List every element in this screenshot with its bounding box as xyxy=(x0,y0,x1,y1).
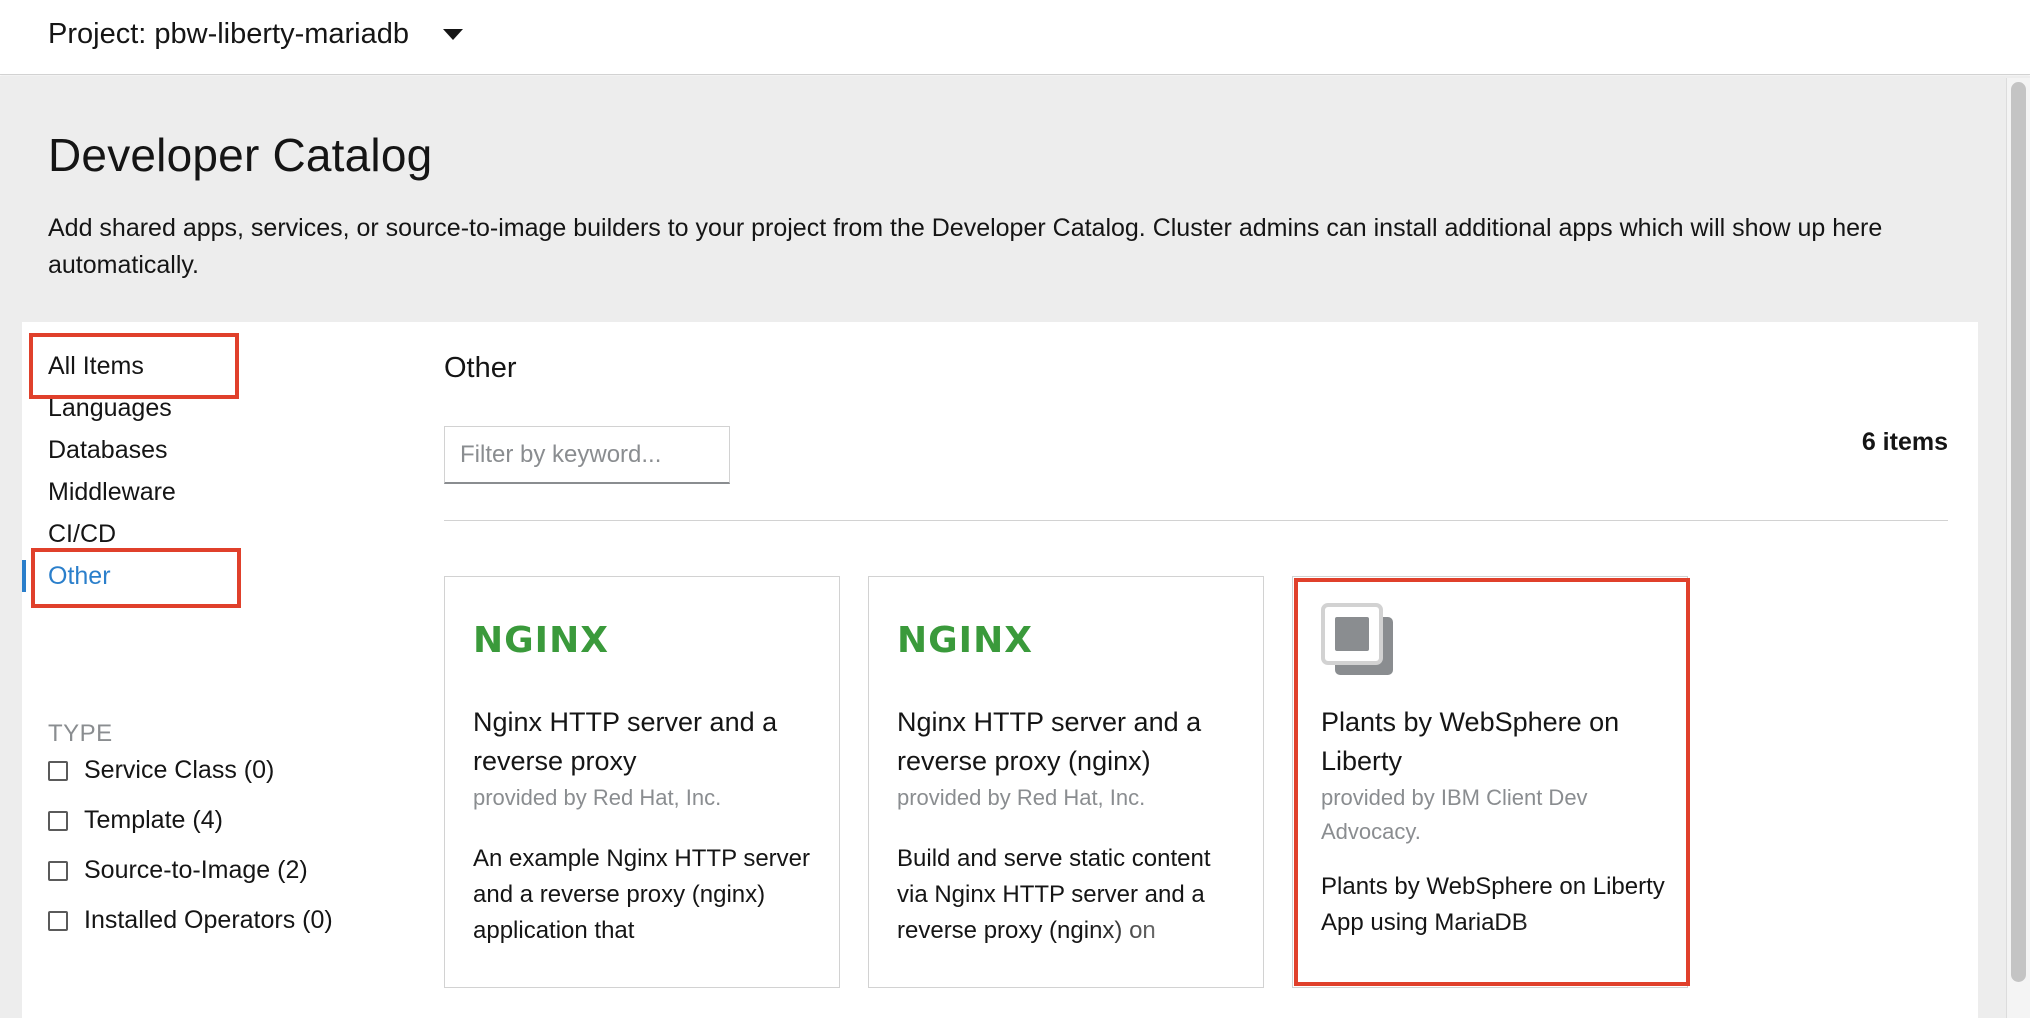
project-bar: Project: pbw-liberty-mariadb xyxy=(0,0,2030,75)
sidebar-item-other[interactable]: Other xyxy=(48,562,111,591)
source-to-image-checkbox[interactable] xyxy=(48,860,68,881)
project-selector-dropdown[interactable]: Project: pbw-liberty-mariadb xyxy=(48,18,464,51)
tile-description: Plants by WebSphere on Liberty App using… xyxy=(1321,869,1671,941)
catalog-tile-nginx-proxy[interactable]: NGINX Nginx HTTP server and a reverse pr… xyxy=(868,576,1264,988)
type-filter-installed-operators[interactable]: Installed Operators (0) xyxy=(48,906,333,935)
catalog-tile-plants-by-websphere[interactable]: Plants by WebSphere on Liberty provided … xyxy=(1292,576,1688,988)
installed-operators-checkbox[interactable] xyxy=(48,910,68,931)
tile-provider: provided by IBM Client Dev Advocacy. xyxy=(1321,785,1588,844)
item-count: 6 items xyxy=(1861,428,1948,456)
tile-description: Build and serve static content via Nginx… xyxy=(897,841,1247,949)
type-filter-label: Template (4) xyxy=(84,806,223,834)
sidebar-item-languages[interactable]: Languages xyxy=(48,394,172,423)
scrollbar[interactable] xyxy=(2006,78,2030,1018)
page-title: Developer Catalog xyxy=(48,129,433,181)
sidebar-item-ci-cd[interactable]: CI/CD xyxy=(48,520,116,549)
sidebar-item-middleware[interactable]: Middleware xyxy=(48,478,176,507)
tile-title: Nginx HTTP server and a reverse proxy xyxy=(473,707,778,776)
type-filter-template[interactable]: Template (4) xyxy=(48,806,223,835)
template-checkbox[interactable] xyxy=(48,810,68,831)
type-filter-label: Source-to-Image (2) xyxy=(84,856,308,884)
nginx-logo: NGINX xyxy=(473,620,609,661)
catalog-tile-nginx[interactable]: NGINX Nginx HTTP server and a reverse pr… xyxy=(444,576,840,988)
generic-app-icon xyxy=(1321,603,1397,684)
service-class-checkbox[interactable] xyxy=(48,760,68,781)
type-filter-label: Service Class (0) xyxy=(84,756,275,784)
caret-down-icon[interactable] xyxy=(443,29,464,40)
catalog-panel: All Items Languages Databases Middleware… xyxy=(22,322,1978,1018)
tile-provider: provided by Red Hat, Inc. xyxy=(897,785,1146,810)
type-filter-source-to-image[interactable]: Source-to-Image (2) xyxy=(48,856,308,885)
tile-title: Nginx HTTP server and a reverse proxy (n… xyxy=(897,707,1202,776)
page-description: Add shared apps, services, or source-to-… xyxy=(48,214,1883,279)
sidebar-item-databases[interactable]: Databases xyxy=(48,436,168,465)
type-filter-label: Installed Operators (0) xyxy=(84,906,333,934)
nginx-logo: NGINX xyxy=(897,620,1033,661)
sidebar-item-all-items[interactable]: All Items xyxy=(48,352,144,381)
tile-title: Plants by WebSphere on Liberty xyxy=(1321,707,1620,776)
category-title: Other xyxy=(444,352,517,384)
divider xyxy=(444,520,1948,521)
type-filter-heading: TYPE xyxy=(48,720,113,747)
filter-keyword-input[interactable] xyxy=(444,426,730,484)
type-filter-service-class[interactable]: Service Class (0) xyxy=(48,756,274,785)
tile-provider: provided by Red Hat, Inc. xyxy=(473,785,722,810)
scrollbar-thumb[interactable] xyxy=(2011,82,2026,982)
tile-description: An example Nginx HTTP server and a rever… xyxy=(473,841,823,949)
active-indicator xyxy=(22,560,26,592)
project-label: Project: pbw-liberty-mariadb xyxy=(48,18,410,50)
